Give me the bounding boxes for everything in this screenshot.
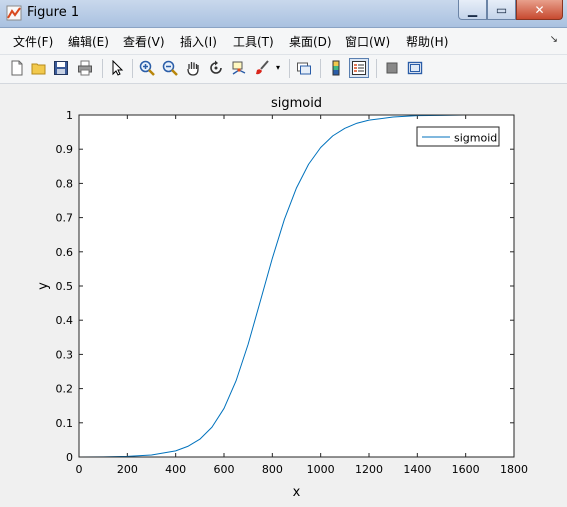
y-tick-label: 0.5	[56, 280, 74, 293]
matlab-figure-icon	[6, 5, 22, 21]
pan-hand-icon[interactable]	[183, 58, 203, 78]
hide-plot-tools-icon[interactable]	[382, 58, 402, 78]
y-tick-label: 0.4	[56, 314, 74, 327]
x-tick-label: 0	[76, 463, 83, 476]
print-icon[interactable]	[75, 58, 95, 78]
y-tick-label: 0	[66, 451, 73, 464]
brush-icon[interactable]	[252, 58, 272, 78]
x-tick-label: 800	[262, 463, 283, 476]
rotate-3d-icon[interactable]	[206, 58, 226, 78]
figure-canvas: sigmoid x y 0 200 400 600 800 1000 1200 1400 160…	[7, 84, 560, 503]
minimize-button[interactable]: ▁	[458, 0, 487, 20]
menu-view[interactable]: 查看(V)	[123, 33, 165, 50]
x-tick-label: 1600	[452, 463, 480, 476]
y-tick-label: 0.2	[56, 383, 74, 396]
x-tick-label: 400	[165, 463, 186, 476]
menu-window[interactable]: 窗口(W)	[345, 33, 390, 50]
close-button[interactable]: ✕	[516, 0, 563, 20]
link-plot-icon[interactable]	[294, 58, 314, 78]
menu-bar: 文件(F) 编辑(E) 查看(V) 插入(I) 工具(T) 桌面(D) 窗口(W…	[0, 28, 567, 55]
data-cursor-icon[interactable]	[229, 58, 249, 78]
new-figure-icon[interactable]	[7, 58, 27, 78]
legend-label: sigmoid	[454, 132, 497, 145]
y-tick-label: 0.1	[56, 417, 74, 430]
figure-toolbar: ▾	[0, 55, 567, 84]
save-icon[interactable]	[51, 58, 71, 78]
x-tick-label: 1200	[355, 463, 383, 476]
show-plot-tools-icon[interactable]	[405, 58, 425, 78]
x-axis-label: x	[293, 485, 301, 500]
menu-insert[interactable]: 插入(I)	[180, 33, 217, 50]
brush-dropdown-icon[interactable]: ▾	[272, 58, 284, 78]
y-tick-label: 0.8	[56, 177, 74, 190]
y-tick-label: 0.3	[56, 348, 74, 361]
menu-tools[interactable]: 工具(T)	[233, 33, 274, 50]
menu-file[interactable]: 文件(F)	[13, 33, 53, 50]
x-tick-label: 1400	[403, 463, 431, 476]
legend-icon[interactable]	[349, 58, 369, 78]
chart-title: sigmoid	[271, 96, 322, 111]
maximize-icon: ▭	[495, 2, 508, 17]
y-tick-label: 0.7	[56, 212, 74, 225]
zoom-out-icon[interactable]	[160, 58, 180, 78]
minimize-icon: ▁	[467, 2, 478, 17]
y-tick-label: 0.9	[56, 143, 74, 156]
colorbar-icon[interactable]	[326, 58, 346, 78]
maximize-button[interactable]: ▭	[487, 0, 516, 20]
open-file-icon[interactable]	[29, 58, 49, 78]
window-title-bar[interactable]: Figure 1 ▁ ▭ ✕	[0, 0, 567, 28]
menu-edit[interactable]: 编辑(E)	[68, 33, 109, 50]
x-tick-label: 1000	[307, 463, 335, 476]
y-tick-label: 1	[66, 109, 73, 122]
x-tick-label: 200	[117, 463, 138, 476]
menu-help[interactable]: 帮助(H)	[406, 33, 448, 50]
legend[interactable]: sigmoid	[416, 126, 500, 147]
double-chevron-icon[interactable]: ↘	[550, 34, 558, 45]
sigmoid-chart: sigmoid x y 0 200 400 600 800 1000 1200 1400 160…	[36, 96, 528, 500]
x-tick-label: 600	[214, 463, 235, 476]
axes-background	[79, 115, 514, 457]
y-tick-label: 0.6	[56, 246, 74, 259]
window-title: Figure 1	[27, 5, 80, 20]
x-tick-label: 1800	[500, 463, 528, 476]
close-icon: ✕	[534, 2, 545, 17]
menu-desktop[interactable]: 桌面(D)	[289, 33, 332, 50]
pointer-icon[interactable]	[107, 58, 127, 78]
zoom-in-icon[interactable]	[137, 58, 157, 78]
y-axis-label: y	[36, 282, 51, 290]
